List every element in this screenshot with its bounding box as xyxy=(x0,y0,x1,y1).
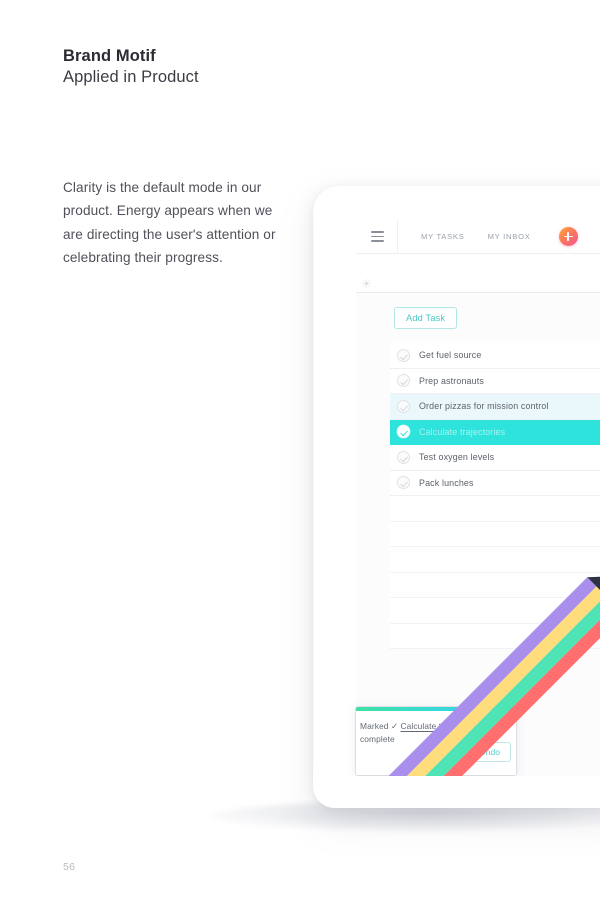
toast-message-task: Calculate trajectories xyxy=(400,721,481,731)
add-task-button[interactable]: Add Task xyxy=(394,307,458,329)
task-label: Get fuel source xyxy=(419,350,482,361)
device-bottom-bezel xyxy=(313,776,600,808)
task-checkbox-icon[interactable] xyxy=(397,374,410,388)
page-canvas: Brand Motif Applied in Product Clarity i… xyxy=(0,0,600,900)
task-label: Pack lunches xyxy=(419,477,474,488)
task-row[interactable]: Test oxygen levels xyxy=(390,445,600,471)
toast-notification: Marked ✓ Calculate trajectories complete… xyxy=(356,707,516,775)
task-row[interactable]: Pack lunches xyxy=(390,470,600,496)
task-label: Order pizzas for mission control xyxy=(419,401,549,412)
task-row-empty xyxy=(390,572,600,598)
task-checkbox-icon[interactable] xyxy=(397,450,410,464)
page-title: Brand Motif xyxy=(63,47,156,65)
task-row[interactable]: Prep astronauts xyxy=(390,368,600,394)
sun-icon xyxy=(362,279,371,288)
task-row-hovered[interactable]: Order pizzas for mission control xyxy=(390,394,600,420)
task-row-empty xyxy=(390,521,600,547)
task-checkbox-checked-icon[interactable] xyxy=(397,425,410,439)
task-row-empty xyxy=(390,598,600,624)
task-row-empty xyxy=(390,496,600,522)
undo-button[interactable]: Undo xyxy=(468,742,511,762)
body-paragraph: Clarity is the default mode in our produ… xyxy=(63,180,276,265)
task-checkbox-icon[interactable] xyxy=(397,348,410,362)
toast-message-suffix: complete xyxy=(360,734,395,744)
add-item-button[interactable] xyxy=(558,227,578,246)
toast-message-prefix: Marked ✓ xyxy=(360,721,401,731)
task-list-panel: Add Task Get fuel source Prep astronauts… xyxy=(356,293,600,776)
task-list: Get fuel source Prep astronauts Order pi… xyxy=(390,343,600,649)
task-row-empty xyxy=(390,623,600,649)
page-number: 56 xyxy=(63,861,76,873)
toast-body: Marked ✓ Calculate trajectories complete… xyxy=(356,711,516,762)
task-label: Test oxygen levels xyxy=(419,452,495,463)
nav-item-my-inbox[interactable]: MY INBOX xyxy=(488,232,531,241)
header-divider xyxy=(397,220,398,254)
page-heading-block: Brand Motif Applied in Product xyxy=(63,46,313,88)
app-header: MY TASKS MY INBOX xyxy=(356,220,600,254)
task-label: Prep astronauts xyxy=(419,375,484,386)
hamburger-menu-icon[interactable] xyxy=(362,231,392,242)
app-sub-bar xyxy=(356,254,600,293)
page-subtitle: Applied in Product xyxy=(63,68,199,87)
task-checkbox-icon[interactable] xyxy=(397,476,410,490)
task-row[interactable]: Get fuel source xyxy=(390,343,600,369)
app-screen: MY TASKS MY INBOX Add Task Get fuel sour… xyxy=(356,220,600,776)
nav-item-my-tasks[interactable]: MY TASKS xyxy=(421,232,465,241)
task-row-completed[interactable]: Calculate trajectories xyxy=(390,419,600,445)
task-checkbox-icon[interactable] xyxy=(397,399,410,413)
task-label: Calculate trajectories xyxy=(419,426,506,437)
task-row-empty xyxy=(390,547,600,573)
